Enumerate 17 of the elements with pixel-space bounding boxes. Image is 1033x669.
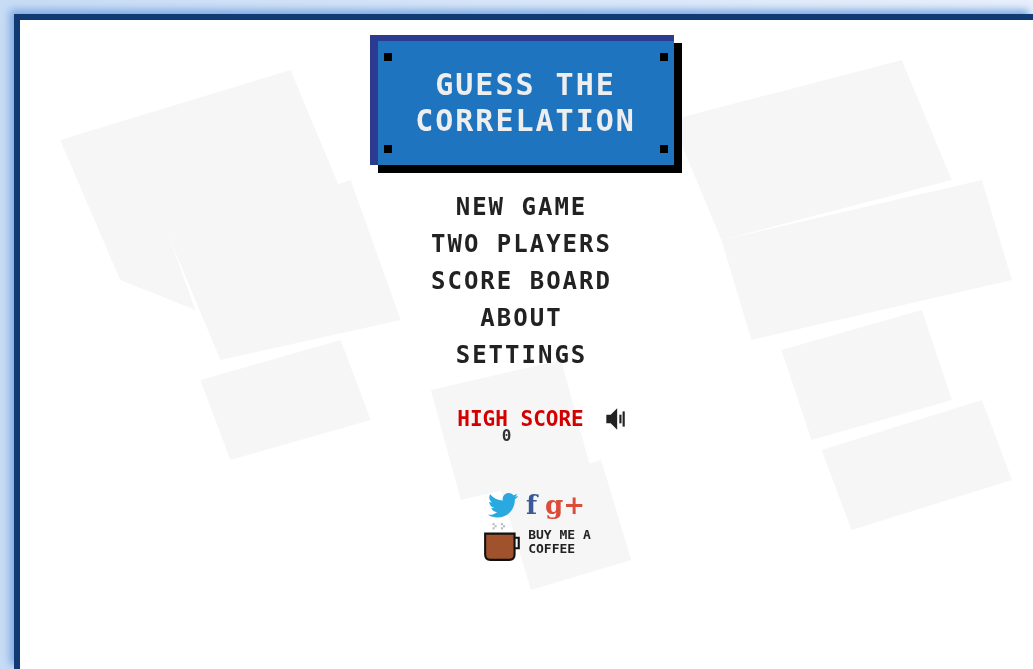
rivet-icon: [659, 53, 668, 61]
rivet-icon: [659, 145, 668, 153]
menu-button[interactable]: TWO PLAYERS: [431, 229, 612, 259]
menu-button[interactable]: NEW GAME: [455, 192, 588, 222]
menu-button[interactable]: SCORE BOARD: [431, 266, 612, 296]
speaker-icon[interactable]: [603, 406, 626, 432]
game-title: CORRELATION: [415, 103, 636, 139]
rivet-icon: [383, 145, 392, 153]
social-link[interactable]: g+: [545, 491, 586, 519]
game-title: GUESS THE: [435, 67, 616, 103]
social-link[interactable]: f: [525, 491, 538, 519]
rivet-icon: [383, 53, 392, 61]
menu-button[interactable]: ABOUT: [480, 303, 563, 333]
high-score-value: 0: [501, 426, 512, 445]
bird-icon[interactable]: [487, 492, 518, 518]
menu-button[interactable]: SETTINGS: [455, 340, 588, 370]
buy-me-a-coffee-link[interactable]: BUY ME A COFFEE: [528, 528, 591, 556]
